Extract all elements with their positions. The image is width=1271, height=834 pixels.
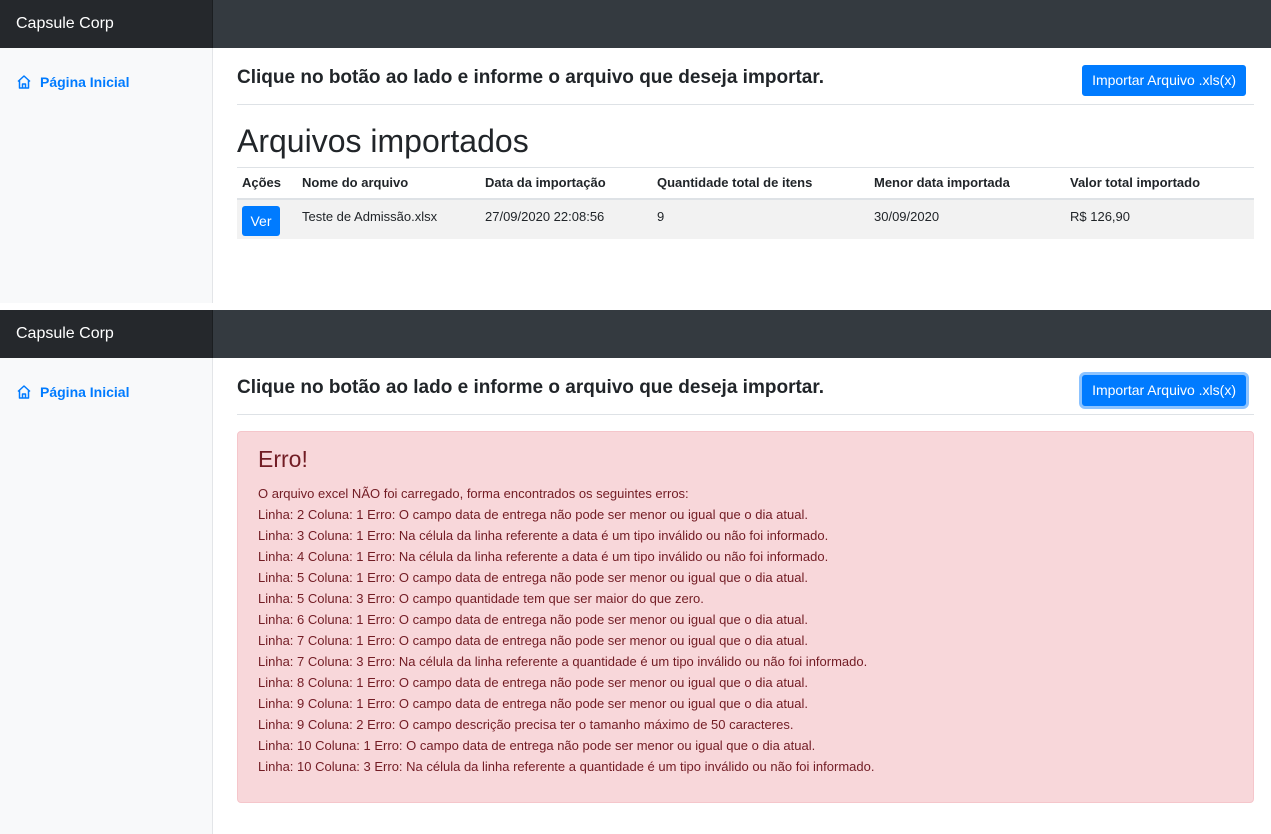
error-title: Erro! (258, 446, 308, 472)
cell-min-date: 30/09/2020 (869, 198, 1065, 239)
error-line: Linha: 7 Coluna: 1 Erro: O campo data de… (258, 633, 808, 648)
import-instruction: Clique no botão ao lado e informe o arqu… (237, 67, 824, 88)
top-navbar: Capsule Corp (0, 0, 1271, 48)
main-content: Clique no botão ao lado e informe o arqu… (213, 358, 1271, 834)
import-header: Clique no botão ao lado e informe o arqu… (237, 358, 1254, 415)
import-file-button[interactable]: Importar Arquivo .xls(x) (1082, 375, 1246, 406)
cell-file-name: Teste de Admissão.xlsx (297, 198, 480, 239)
screen-imported-files: Capsule Corp Página Inicial Clique no bo… (0, 0, 1271, 303)
page-title: Arquivos importados (237, 123, 529, 159)
brand-name[interactable]: Capsule Corp (0, 310, 213, 358)
error-intro: O arquivo excel NÃO foi carregado, forma… (258, 486, 689, 501)
error-line: Linha: 4 Coluna: 1 Erro: Na célula da li… (258, 549, 829, 564)
import-header: Clique no botão ao lado e informe o arqu… (237, 48, 1254, 105)
error-line: Linha: 8 Coluna: 1 Erro: O campo data de… (258, 675, 808, 690)
cell-actions: Ver (237, 198, 297, 239)
brand-name[interactable]: Capsule Corp (0, 0, 213, 48)
table-header-row: Ações Nome do arquivo Data da importação… (237, 167, 1254, 200)
cell-total-value: R$ 126,90 (1065, 198, 1254, 239)
error-line: Linha: 5 Coluna: 1 Erro: O campo data de… (258, 570, 808, 585)
home-icon (16, 74, 32, 90)
error-line: Linha: 10 Coluna: 3 Erro: Na célula da l… (258, 759, 875, 774)
main-content: Clique no botão ao lado e informe o arqu… (213, 48, 1271, 303)
cell-import-date: 27/09/2020 22:08:56 (480, 198, 652, 239)
sidebar-item-home[interactable]: Página Inicial (16, 384, 129, 400)
screenshot-separator (0, 303, 1271, 310)
sidebar-item-home[interactable]: Página Inicial (16, 74, 129, 90)
view-button[interactable]: Ver (242, 205, 280, 236)
top-navbar: Capsule Corp (0, 310, 1271, 358)
error-alert: Erro! O arquivo excel NÃO foi carregado,… (237, 431, 1254, 803)
import-file-button[interactable]: Importar Arquivo .xls(x) (1082, 65, 1246, 96)
column-header-import-date: Data da importação (480, 167, 652, 200)
error-line: Linha: 10 Coluna: 1 Erro: O campo data d… (258, 738, 816, 753)
imported-files-table: Ações Nome do arquivo Data da importação… (237, 167, 1254, 239)
sidebar: Página Inicial (0, 358, 213, 834)
sidebar: Página Inicial (0, 48, 213, 303)
table-row: Ver Teste de Admissão.xlsx 27/09/2020 22… (237, 198, 1254, 239)
column-header-min-date: Menor data importada (869, 167, 1065, 200)
screen-import-error: Capsule Corp Página Inicial Clique no bo… (0, 310, 1271, 834)
column-header-actions: Ações (237, 167, 297, 200)
cell-total-items: 9 (652, 198, 869, 239)
import-instruction: Clique no botão ao lado e informe o arqu… (237, 377, 824, 398)
error-line: Linha: 9 Coluna: 1 Erro: O campo data de… (258, 696, 808, 711)
error-line: Linha: 6 Coluna: 1 Erro: O campo data de… (258, 612, 808, 627)
sidebar-item-label: Página Inicial (40, 74, 130, 90)
error-line: Linha: 7 Coluna: 3 Erro: Na célula da li… (258, 654, 868, 669)
error-line: Linha: 3 Coluna: 1 Erro: Na célula da li… (258, 528, 829, 543)
error-line: Linha: 9 Coluna: 2 Erro: O campo descriç… (258, 717, 794, 732)
column-header-file-name: Nome do arquivo (297, 167, 480, 200)
error-line: Linha: 2 Coluna: 1 Erro: O campo data de… (258, 507, 808, 522)
column-header-total-items: Quantidade total de itens (652, 167, 869, 200)
column-header-total-value: Valor total importado (1065, 167, 1254, 200)
home-icon (16, 384, 32, 400)
error-line: Linha: 5 Coluna: 3 Erro: O campo quantid… (258, 591, 704, 606)
sidebar-item-label: Página Inicial (40, 384, 130, 400)
